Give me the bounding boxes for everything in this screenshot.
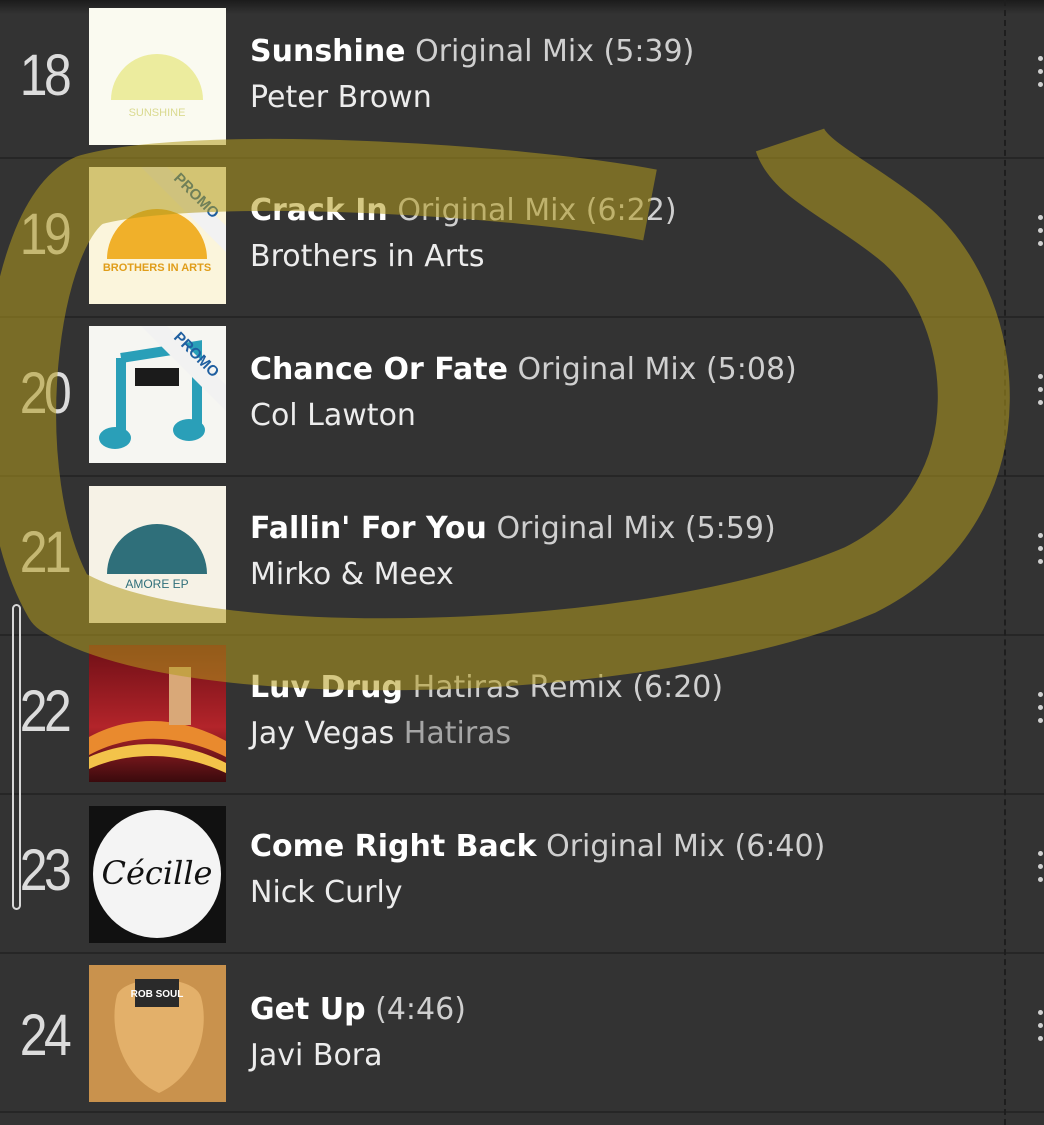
track-artist[interactable]: Brothers in Arts: [250, 239, 484, 274]
track-artist[interactable]: Col Lawton: [250, 398, 416, 433]
track-mix: Original Mix: [415, 34, 594, 69]
track-title-line[interactable]: Crack In Original Mix (6:22): [250, 193, 677, 228]
track-position: 24: [19, 1003, 72, 1068]
track-artist-line: Nick Curly: [250, 875, 403, 910]
track-artist-line: Peter Brown: [250, 80, 432, 115]
track-mix: Hatiras Remix: [412, 670, 623, 705]
track-row[interactable]: 22 Luv Drug Hatiras Remix (6:20) Jay Veg…: [0, 636, 1044, 795]
track-duration: (5:59): [684, 511, 776, 546]
track-mix: Original Mix: [496, 511, 676, 546]
track-title[interactable]: Luv Drug: [250, 670, 403, 705]
track-artwork[interactable]: [89, 645, 226, 782]
track-duration: (6:20): [632, 670, 724, 705]
track-position: 20: [19, 361, 72, 426]
track-mix: Original Mix: [397, 193, 577, 228]
track-row[interactable]: 24 ROB SOUL Get Up (4:46) Javi Bora: [0, 954, 1044, 1113]
track-title[interactable]: Come Right Back: [250, 829, 537, 864]
cover-text: AMORE EP: [125, 577, 188, 591]
more-vertical-icon[interactable]: [1036, 374, 1044, 414]
track-artist-line: Jay Vegas Hatiras: [250, 716, 511, 751]
track-artist[interactable]: Jay Vegas: [250, 716, 394, 751]
track-duration: (5:08): [705, 352, 797, 387]
track-title[interactable]: Get Up: [250, 992, 366, 1027]
track-artwork[interactable]: BROTHERS IN ARTS PROMO: [89, 167, 226, 304]
more-vertical-icon[interactable]: [1036, 1010, 1044, 1050]
track-duration: (6:40): [734, 829, 826, 864]
cover-text: ROB SOUL: [131, 989, 184, 1000]
more-vertical-icon[interactable]: [1036, 851, 1044, 891]
track-position: 19: [19, 202, 72, 267]
track-duration: (6:22): [585, 193, 677, 228]
track-row[interactable]: 21 AMORE EP Fallin' For You Original Mix…: [0, 477, 1044, 636]
track-title-line[interactable]: Come Right Back Original Mix (6:40): [250, 829, 825, 864]
track-position: 21: [19, 520, 72, 585]
track-title[interactable]: Sunshine: [250, 34, 406, 69]
track-duration: (5:39): [603, 34, 695, 69]
track-artist[interactable]: Mirko & Meex: [250, 557, 454, 592]
more-vertical-icon[interactable]: [1036, 215, 1044, 255]
track-list: 18 SUNSHINE Sunshine Original Mix (5:39)…: [0, 0, 1044, 1125]
track-mix: Original Mix: [546, 829, 725, 864]
cover-text: SUNSHINE: [129, 107, 186, 119]
track-artist[interactable]: Peter Brown: [250, 80, 432, 115]
track-row[interactable]: 18 SUNSHINE Sunshine Original Mix (5:39)…: [0, 0, 1044, 159]
cover-text: BROTHERS IN ARTS: [103, 262, 211, 274]
track-title-line[interactable]: Get Up (4:46): [250, 992, 466, 1027]
more-vertical-icon[interactable]: [1036, 533, 1044, 573]
track-position: 18: [19, 43, 72, 108]
track-artist-line: Mirko & Meex: [250, 557, 454, 592]
track-title-line[interactable]: Chance Or Fate Original Mix (5:08): [250, 352, 797, 387]
track-title-line[interactable]: Luv Drug Hatiras Remix (6:20): [250, 670, 723, 705]
track-artist[interactable]: Nick Curly: [250, 875, 403, 910]
track-title-line[interactable]: Fallin' For You Original Mix (5:59): [250, 511, 776, 546]
track-artwork[interactable]: AMORE EP: [89, 486, 226, 623]
track-artwork[interactable]: PROMO: [89, 326, 226, 463]
track-title[interactable]: Fallin' For You: [250, 511, 487, 546]
track-artist-line: Javi Bora: [250, 1038, 383, 1073]
track-artwork[interactable]: SUNSHINE: [89, 8, 226, 145]
track-artist[interactable]: Javi Bora: [250, 1038, 383, 1073]
cover-text: Cécille: [102, 854, 213, 892]
track-remixer[interactable]: Hatiras: [404, 716, 511, 751]
track-row[interactable]: 23 Cécille Come Right Back Original Mix …: [0, 795, 1044, 954]
scrollbar[interactable]: [12, 604, 21, 910]
track-row[interactable]: 20 PROMO Chance Or Fate Original Mix (5:…: [0, 318, 1044, 477]
more-vertical-icon[interactable]: [1036, 692, 1044, 732]
track-artist-line: Brothers in Arts: [250, 239, 484, 274]
track-title[interactable]: Chance Or Fate: [250, 352, 508, 387]
track-title-line[interactable]: Sunshine Original Mix (5:39): [250, 34, 694, 69]
more-vertical-icon[interactable]: [1036, 56, 1044, 96]
track-artist-line: Col Lawton: [250, 398, 416, 433]
track-duration: (4:46): [375, 992, 466, 1027]
track-artwork[interactable]: ROB SOUL: [89, 965, 226, 1102]
column-divider: [1004, 0, 1006, 1125]
track-mix: Original Mix: [517, 352, 697, 387]
track-title[interactable]: Crack In: [250, 193, 388, 228]
track-artwork[interactable]: Cécille: [89, 806, 226, 943]
track-row[interactable]: 19 BROTHERS IN ARTS PROMO Crack In Origi…: [0, 159, 1044, 318]
